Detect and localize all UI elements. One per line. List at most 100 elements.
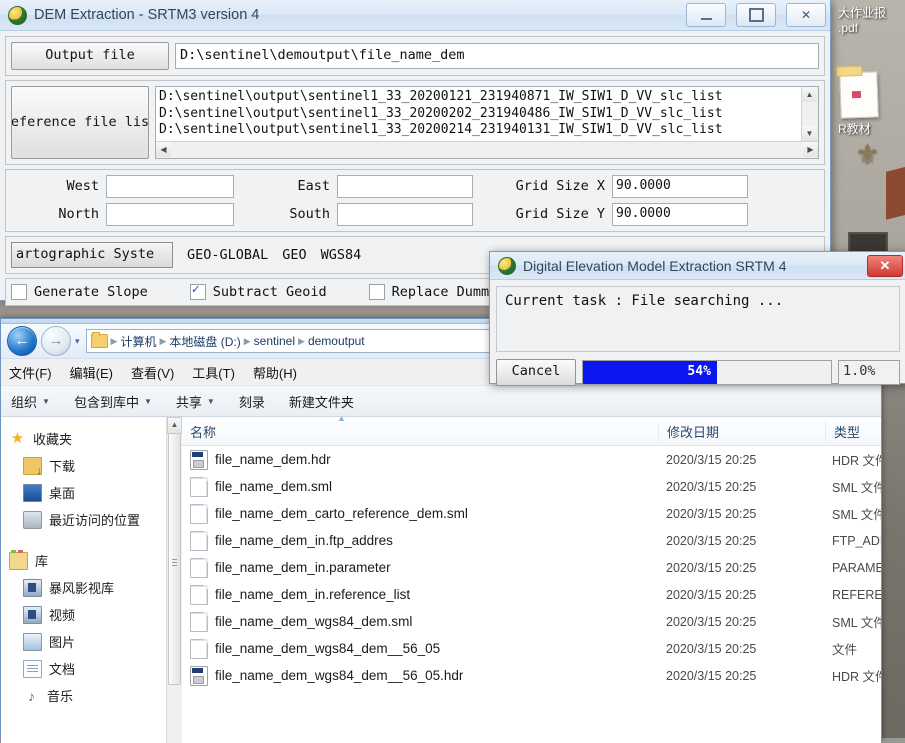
navigation-pane-scrollbar[interactable]: ▲: [166, 417, 182, 743]
west-label: West: [66, 178, 99, 194]
toolbar-new-folder[interactable]: 新建文件夹: [289, 392, 354, 411]
progress-bar: 54%: [582, 360, 832, 385]
scroll-up-icon[interactable]: ▲: [167, 417, 182, 434]
output-file-button[interactable]: Output file: [11, 42, 169, 70]
hdr-file-icon: [190, 449, 208, 470]
table-row[interactable]: file_name_dem.hdr 2020/3/15 20:25 HDR 文件: [182, 446, 881, 473]
chevron-down-icon: ▼: [42, 396, 50, 406]
east-label: East: [297, 178, 330, 194]
reference-line[interactable]: D:\sentinel\output\sentinel1_33_20200214…: [159, 122, 798, 139]
breadcrumb-item-sentinel[interactable]: sentinel: [254, 334, 295, 348]
dem-title-bar[interactable]: DEM Extraction - SRTM3 version 4 ✕: [0, 0, 830, 31]
grid-size-x-input[interactable]: 90.0000: [612, 174, 748, 198]
file-name: file_name_dem.sml: [215, 479, 333, 494]
reference-list-vertical-scrollbar[interactable]: ▲ ▼: [801, 87, 818, 141]
back-button[interactable]: ←: [7, 326, 37, 356]
breadcrumb-separator-icon[interactable]: ▶: [244, 336, 251, 347]
cartographic-system-button[interactable]: artographic Syste: [11, 241, 173, 268]
grid-size-y-input[interactable]: 90.0000: [612, 202, 748, 226]
file-date: 2020/3/15 20:25: [666, 560, 757, 575]
checkbox-box[interactable]: [11, 283, 27, 300]
maximize-button[interactable]: [736, 3, 776, 27]
menu-edit[interactable]: 编辑(E): [70, 363, 113, 382]
checkbox-subtract-geoid[interactable]: Subtract Geoid: [189, 282, 327, 300]
progress-dialog-title-bar[interactable]: Digital Elevation Model Extraction SRTM …: [490, 252, 905, 280]
navigation-pane: ★ 收藏夹 下载 桌面 最近访问的位置 库 暴风影视库: [1, 417, 166, 743]
reference-file-list-button[interactable]: eference file lis: [11, 86, 149, 159]
toolbar-burn[interactable]: 刻录: [239, 392, 265, 411]
menu-tools[interactable]: 工具(T): [192, 363, 235, 382]
sidebar-item-libraries[interactable]: 库: [1, 547, 166, 574]
table-row[interactable]: file_name_dem_in.parameter 2020/3/15 20:…: [182, 554, 881, 581]
table-row[interactable]: file_name_dem_wgs84_dem.sml 2020/3/15 20…: [182, 608, 881, 635]
cancel-button[interactable]: Cancel: [496, 359, 576, 386]
table-row[interactable]: file_name_dem_wgs84_dem__56_05 2020/3/15…: [182, 635, 881, 662]
sidebar-item-pictures[interactable]: 图片: [1, 628, 166, 655]
sidebar-item-videos[interactable]: 视频: [1, 601, 166, 628]
breadcrumb-separator-icon[interactable]: ▶: [111, 336, 118, 347]
breadcrumb-item-local-disk[interactable]: 本地磁盘 (D:): [169, 333, 240, 350]
column-header-date[interactable]: 修改日期: [658, 421, 825, 441]
north-input[interactable]: [106, 202, 234, 226]
sidebar-item-music[interactable]: ♪ 音乐: [1, 682, 166, 709]
sidebar-item-baofeng-media[interactable]: 暴风影视库: [1, 574, 166, 601]
file-name: file_name_dem_in.parameter: [215, 560, 391, 575]
table-row[interactable]: file_name_dem_carto_reference_dem.sml 20…: [182, 500, 881, 527]
toolbar-include-in-library[interactable]: 包含到库中 ▼: [74, 392, 152, 411]
toolbar-share[interactable]: 共享 ▼: [176, 392, 215, 411]
progress-bar-fill: 54%: [583, 361, 717, 384]
east-input[interactable]: [337, 174, 473, 198]
current-task-message: Current task : File searching ...: [505, 293, 784, 309]
menu-help[interactable]: 帮助(H): [253, 363, 297, 382]
globe-icon: [8, 5, 27, 25]
checkbox-label: Subtract Geoid: [212, 283, 327, 300]
sidebar-item-recent-places[interactable]: 最近访问的位置: [1, 506, 166, 533]
breadcrumb-item-demoutput[interactable]: demoutput: [308, 334, 365, 348]
breadcrumb-separator-icon[interactable]: ▶: [159, 336, 166, 347]
file-date: 2020/3/15 20:25: [666, 452, 757, 467]
south-input[interactable]: [337, 202, 473, 226]
reference-line[interactable]: D:\sentinel\output\sentinel1_33_20200202…: [159, 106, 798, 123]
scroll-down-icon[interactable]: ▼: [802, 125, 817, 141]
column-header-type[interactable]: 类型: [825, 421, 881, 441]
scroll-left-icon[interactable]: ◀: [156, 142, 171, 157]
reference-file-list-box[interactable]: D:\sentinel\output\sentinel1_33_20200121…: [155, 86, 819, 159]
table-row[interactable]: file_name_dem.sml 2020/3/15 20:25 SML 文件: [182, 473, 881, 500]
file-name: file_name_dem_wgs84_dem__56_05: [215, 641, 441, 656]
toolbar-organize[interactable]: 组织 ▼: [11, 392, 50, 411]
breadcrumb-separator-icon[interactable]: ▶: [298, 336, 305, 347]
output-file-input[interactable]: D:\sentinel\demoutput\file_name_dem: [175, 43, 819, 69]
desktop-paper-shortcut-icon[interactable]: [839, 71, 879, 119]
breadcrumb-item-computer[interactable]: 计算机: [120, 333, 156, 350]
toolbar-share-label: 共享: [175, 394, 202, 410]
file-name: file_name_dem_carto_reference_dem.sml: [215, 506, 468, 521]
menu-file[interactable]: 文件(F): [9, 363, 52, 382]
menu-view[interactable]: 查看(V): [131, 363, 174, 382]
west-input[interactable]: [106, 174, 234, 198]
minimize-button[interactable]: [686, 3, 726, 27]
sidebar-item-label: 视频: [49, 608, 76, 623]
checkbox-box-checked[interactable]: [189, 282, 206, 300]
forward-button[interactable]: →: [41, 326, 71, 356]
scroll-right-icon[interactable]: ▶: [803, 142, 818, 157]
file-list-pane: 名称 修改日期 类型 file_name_dem.hdr 2020/3/15 2…: [182, 417, 881, 743]
close-button[interactable]: ✕: [786, 3, 826, 27]
reference-line[interactable]: D:\sentinel\output\sentinel1_33_20200121…: [159, 89, 798, 106]
table-row[interactable]: file_name_dem_in.reference_list 2020/3/1…: [182, 581, 881, 608]
maximize-icon: [748, 8, 764, 22]
checkbox-box[interactable]: [368, 283, 385, 300]
sidebar-item-desktop[interactable]: 桌面: [1, 479, 166, 506]
close-icon[interactable]: ✕: [867, 254, 903, 277]
table-row[interactable]: file_name_dem_in.ftp_addres 2020/3/15 20…: [182, 527, 881, 554]
sidebar-item-favorites[interactable]: ★ 收藏夹: [1, 425, 166, 452]
scroll-up-icon[interactable]: ▲: [802, 87, 817, 102]
column-header-name[interactable]: 名称: [182, 422, 658, 441]
folder-icon: [90, 332, 108, 348]
reference-list-horizontal-scrollbar[interactable]: ◀ ▶: [156, 140, 818, 158]
sidebar-item-documents[interactable]: 文档: [1, 655, 166, 682]
sidebar-item-downloads[interactable]: 下载: [1, 452, 166, 479]
checkbox-generate-slope[interactable]: Generate Slope: [11, 283, 148, 300]
table-row[interactable]: file_name_dem_wgs84_dem__56_05.hdr 2020/…: [182, 662, 881, 689]
scrollbar-thumb[interactable]: [168, 433, 181, 685]
recent-pages-chevron-down-icon[interactable]: ▾: [75, 336, 80, 347]
